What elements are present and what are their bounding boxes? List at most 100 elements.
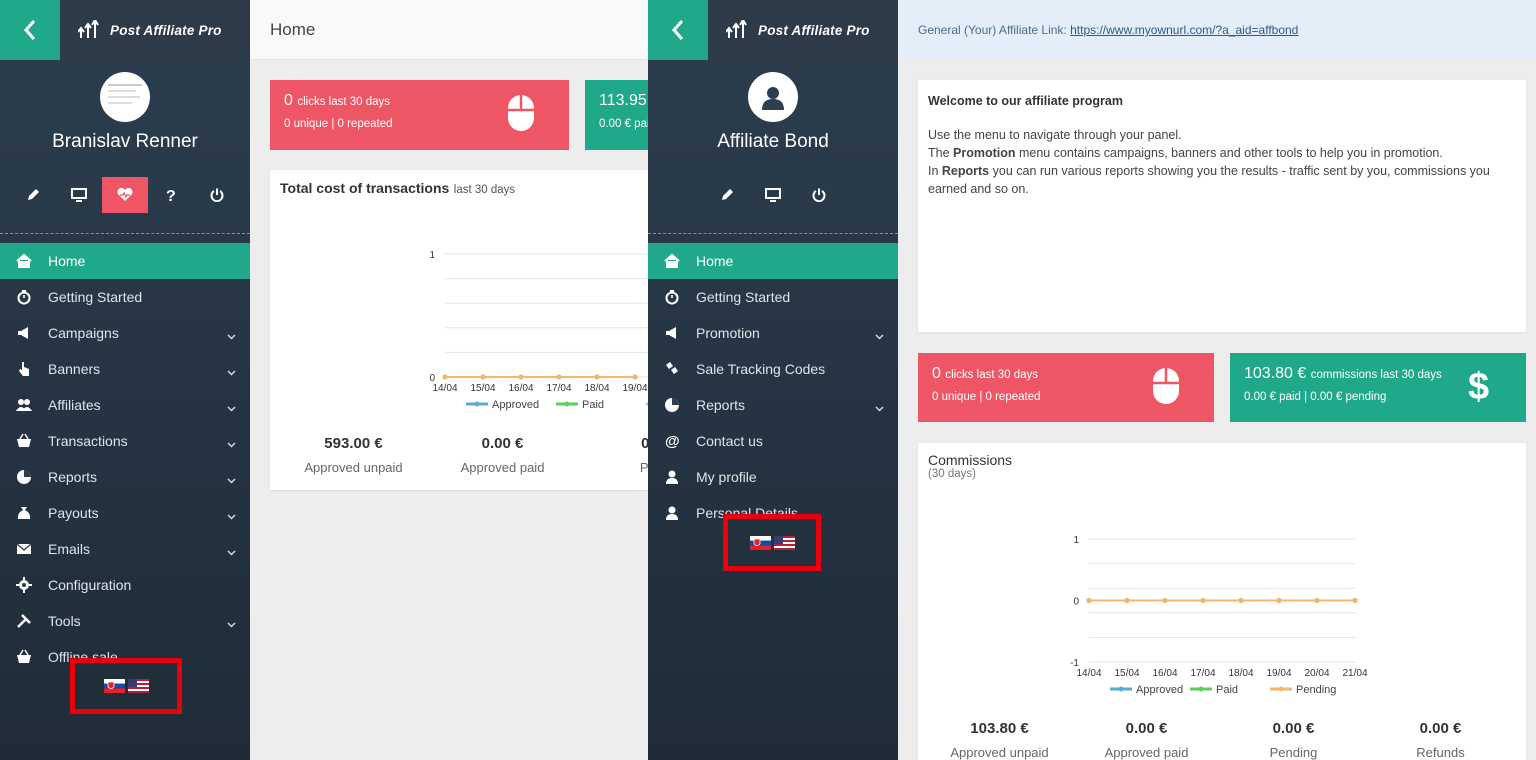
sidebar-item-banners[interactable]: Banners <box>0 351 250 387</box>
legend-label[interactable]: Paid <box>1216 684 1238 696</box>
commissions-stat-card[interactable]: 113.95 0.00 € pai <box>585 80 648 150</box>
logout-button[interactable] <box>796 177 842 213</box>
chevron-down-icon[interactable] <box>227 471 236 487</box>
data-point[interactable] <box>1314 598 1320 603</box>
sidebar-item-label: My profile <box>696 469 757 485</box>
legend-label[interactable]: Approved <box>1136 684 1183 696</box>
edit-button[interactable] <box>704 177 750 213</box>
data-point[interactable] <box>632 374 638 380</box>
sidebar-top: Post Affiliate Pro <box>0 0 250 60</box>
sidebar-item-home[interactable]: Home <box>0 243 250 279</box>
commissions-count: 113.95 <box>599 92 647 109</box>
sidebar-item-label: Getting Started <box>696 289 791 305</box>
us-flag-icon[interactable] <box>127 679 149 693</box>
legend-label[interactable]: Paid <box>582 399 604 411</box>
affiliate-link-label: General (Your) Affiliate Link: <box>918 23 1067 37</box>
slovak-flag-icon[interactable] <box>103 679 125 693</box>
commissions-sub: 0.00 € pai <box>599 118 648 130</box>
sidebar-item-emails[interactable]: Emails <box>0 531 250 567</box>
chevron-down-icon[interactable] <box>875 399 884 415</box>
data-point[interactable] <box>480 374 486 380</box>
commissions-line-chart: -10114/04 15/04 16/04 17/04 18/04 19/04 20/04 2… <box>1070 535 1368 696</box>
sidebar-item-label: Getting Started <box>48 289 143 305</box>
legend-label[interactable]: Pending <box>1296 684 1336 696</box>
sidebar-divider <box>648 233 898 234</box>
monitor-button[interactable] <box>56 177 102 213</box>
sidebar-item-my-profile[interactable]: My profile <box>648 459 898 495</box>
data-point[interactable] <box>1276 598 1282 603</box>
sidebar-item-tools[interactable]: Tools <box>0 603 250 639</box>
clicks-count: 0 <box>284 92 293 109</box>
commissions-stat-card[interactable]: 103.80 € commissions last 30 days 0.00 €… <box>1230 353 1526 422</box>
megaphone-icon <box>16 325 32 341</box>
brand-logo[interactable]: Post Affiliate Pro <box>60 0 250 60</box>
sidebar-item-getting-started[interactable]: Getting Started <box>0 279 250 315</box>
slovak-flag-icon[interactable] <box>749 535 771 550</box>
data-point[interactable] <box>1352 598 1358 603</box>
sidebar-item-campaigns[interactable]: Campaigns <box>0 315 250 351</box>
chevron-down-icon[interactable] <box>875 327 884 343</box>
data-point[interactable] <box>594 374 600 380</box>
chevron-down-icon[interactable] <box>227 435 236 451</box>
legend-label[interactable]: Approved <box>492 399 539 411</box>
svg-text:?: ? <box>166 188 176 203</box>
data-point[interactable] <box>1238 598 1244 603</box>
back-button[interactable] <box>0 0 60 60</box>
sidebar-item-label: Sale Tracking Codes <box>696 361 826 377</box>
sidebar-item-payouts[interactable]: Payouts <box>0 495 250 531</box>
help-button[interactable]: ? <box>148 177 194 213</box>
sidebar-item-home[interactable]: Home <box>648 243 898 279</box>
gear-icon <box>16 577 32 593</box>
chevron-down-icon[interactable] <box>227 507 236 523</box>
chevron-down-icon[interactable] <box>227 615 236 631</box>
sidebar-item-label: Promotion <box>696 325 760 341</box>
sidebar-item-contact-us[interactable]: @ Contact us <box>648 423 898 459</box>
avatar[interactable] <box>100 72 150 122</box>
tracking-icon <box>664 361 680 377</box>
legend-dot <box>474 401 480 407</box>
brand-logo[interactable]: Post Affiliate Pro <box>708 0 898 60</box>
chevron-down-icon[interactable] <box>227 399 236 415</box>
chevron-down-icon[interactable] <box>227 543 236 559</box>
brand-name: Post Affiliate Pro <box>758 22 870 38</box>
x-tick-label: 21/04 <box>1342 668 1367 679</box>
back-button[interactable] <box>648 0 708 60</box>
logo-arrows-icon <box>726 20 747 38</box>
chevron-down-icon[interactable] <box>227 363 236 379</box>
sidebar-item-promotion[interactable]: Promotion <box>648 315 898 351</box>
welcome-title: Welcome to our affiliate program <box>928 94 1123 108</box>
monitor-icon <box>765 188 781 202</box>
us-flag-icon[interactable] <box>773 535 795 550</box>
monitor-button[interactable] <box>750 177 796 213</box>
brand-name: Post Affiliate Pro <box>110 22 222 38</box>
sidebar-item-reports[interactable]: Reports <box>0 459 250 495</box>
data-point[interactable] <box>442 374 448 380</box>
data-point[interactable] <box>1162 598 1168 603</box>
data-point[interactable] <box>518 374 524 380</box>
sidebar-item-transactions[interactable]: Transactions <box>0 423 250 459</box>
sidebar-item-affiliates[interactable]: Affiliates <box>0 387 250 423</box>
avatar[interactable] <box>748 72 798 122</box>
clicks-label: clicks last 30 days <box>297 96 391 108</box>
data-point[interactable] <box>1124 598 1130 603</box>
sidebar-item-sale-tracking-codes[interactable]: Sale Tracking Codes <box>648 351 898 387</box>
pie-chart-icon <box>16 469 32 485</box>
health-button[interactable] <box>102 177 148 213</box>
data-point[interactable] <box>556 374 562 380</box>
edit-button[interactable] <box>10 177 56 213</box>
clicks-stat-card[interactable]: 0 clicks last 30 days 0 unique | 0 repea… <box>918 353 1214 422</box>
clicks-stat-card[interactable]: 0 clicks last 30 days 0 unique | 0 repea… <box>270 80 569 150</box>
affiliate-link[interactable]: https://www.myownurl.com/?a_aid=affbond <box>1070 23 1298 37</box>
sidebar-item-getting-started[interactable]: Getting Started <box>648 279 898 315</box>
data-point[interactable] <box>1200 598 1206 603</box>
sidebar-item-configuration[interactable]: Configuration <box>0 567 250 603</box>
stopwatch-icon <box>16 289 32 305</box>
logout-button[interactable] <box>194 177 240 213</box>
user-name: Branislav Renner <box>52 131 198 152</box>
x-tick-label: 19/04 <box>1266 668 1291 679</box>
affiliate-panel: Post Affiliate Pro Affiliate Bond Home Ge… <box>648 0 1536 760</box>
chevron-down-icon[interactable] <box>227 327 236 343</box>
data-point[interactable] <box>1086 598 1092 603</box>
sidebar-item-label: Reports <box>696 397 746 413</box>
sidebar-item-reports[interactable]: Reports <box>648 387 898 423</box>
